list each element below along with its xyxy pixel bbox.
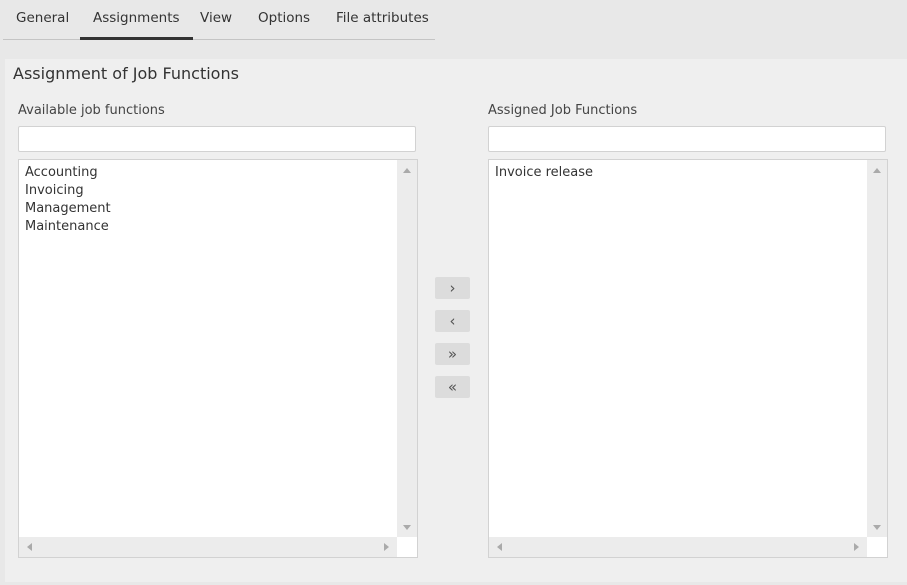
tab-file-attributes[interactable]: File attributes — [336, 0, 429, 37]
add-selected-button[interactable]: › — [435, 277, 470, 299]
scroll-right-icon[interactable] — [854, 543, 859, 551]
scroll-up-icon[interactable] — [403, 168, 411, 173]
remove-all-button[interactable]: « — [435, 376, 470, 398]
scroll-down-icon[interactable] — [873, 525, 881, 530]
horizontal-scrollbar[interactable] — [19, 537, 397, 557]
assigned-filter-input[interactable] — [488, 126, 886, 152]
list-item-maintenance[interactable]: Maintenance — [25, 218, 111, 236]
vertical-scrollbar[interactable] — [867, 160, 887, 538]
vertical-scrollbar[interactable] — [397, 160, 417, 538]
tab-bar: General Assignments View Options File at… — [3, 0, 435, 40]
list-item-invoice-release[interactable]: Invoice release — [495, 164, 593, 182]
tab-options[interactable]: Options — [258, 0, 310, 37]
tab-view[interactable]: View — [200, 0, 232, 37]
horizontal-scrollbar[interactable] — [489, 537, 867, 557]
list-item-invoicing[interactable]: Invoicing — [25, 182, 111, 200]
available-label: Available job functions — [18, 103, 165, 118]
scroll-corner — [867, 537, 887, 557]
scroll-left-icon[interactable] — [27, 543, 32, 551]
add-all-button[interactable]: » — [435, 343, 470, 365]
scroll-left-icon[interactable] — [497, 543, 502, 551]
available-items: Accounting Invoicing Management Maintena… — [25, 164, 111, 236]
assigned-label: Assigned Job Functions — [488, 103, 638, 118]
scroll-down-icon[interactable] — [403, 525, 411, 530]
list-item-management[interactable]: Management — [25, 200, 111, 218]
tab-general[interactable]: General — [16, 0, 69, 37]
available-listbox[interactable]: Accounting Invoicing Management Maintena… — [18, 159, 418, 558]
panel-title: Assignment of Job Functions — [13, 64, 239, 83]
list-item-accounting[interactable]: Accounting — [25, 164, 111, 182]
tab-assignments[interactable]: Assignments — [80, 0, 193, 40]
scroll-right-icon[interactable] — [384, 543, 389, 551]
assigned-listbox[interactable]: Invoice release — [488, 159, 888, 558]
assignment-panel: Assignment of Job Functions Available jo… — [5, 59, 907, 582]
scroll-up-icon[interactable] — [873, 168, 881, 173]
assigned-items: Invoice release — [495, 164, 593, 182]
remove-selected-button[interactable]: ‹ — [435, 310, 470, 332]
available-filter-input[interactable] — [18, 126, 416, 152]
scroll-corner — [397, 537, 417, 557]
